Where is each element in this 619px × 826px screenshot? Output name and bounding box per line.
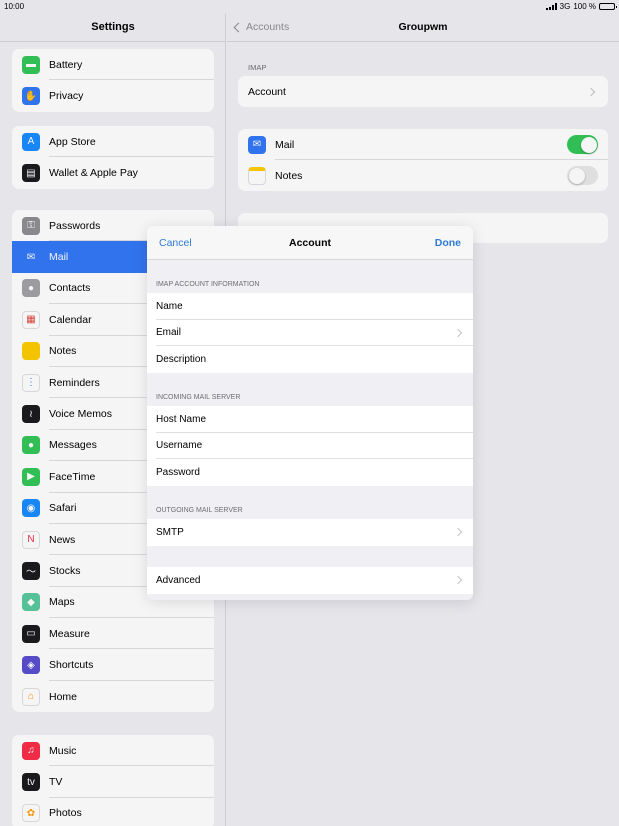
modal-section-header: OUTGOING MAIL SERVER	[156, 507, 243, 514]
modal-section-group: Advanced	[147, 567, 473, 594]
modal-section-group: Host Name Username Password	[147, 406, 473, 486]
field-label: Description	[156, 353, 207, 365]
field-username[interactable]: Username	[147, 433, 473, 460]
field-label: Email	[156, 327, 182, 339]
modal-section-group: SMTP	[147, 519, 473, 546]
done-button[interactable]: Done	[435, 237, 461, 249]
account-modal: Cancel Account Done IMAP ACCOUNT INFORMA…	[147, 226, 473, 600]
modal-section-header: INCOMING MAIL SERVER	[156, 394, 241, 401]
modal-title: Account	[289, 237, 331, 249]
field-label: Name	[156, 300, 183, 312]
modal-section-group: Name Email Description	[147, 293, 473, 373]
field-advanced[interactable]: Advanced	[147, 567, 473, 594]
field-smtp[interactable]: SMTP	[147, 519, 473, 546]
field-label: Username	[156, 440, 203, 452]
field-email[interactable]: Email	[147, 320, 473, 347]
modal-nav-bar: Cancel Account Done	[147, 226, 473, 260]
field-password[interactable]: Password	[147, 459, 473, 486]
chevron-right-icon	[453, 528, 463, 537]
field-description[interactable]: Description	[147, 346, 473, 373]
field-label: Advanced	[156, 574, 201, 586]
field-host-name[interactable]: Host Name	[147, 406, 473, 433]
field-name[interactable]: Name	[147, 293, 473, 320]
field-label: Password	[156, 466, 200, 478]
chevron-right-icon	[453, 328, 463, 337]
field-label: Host Name	[156, 413, 207, 425]
modal-section-header: IMAP ACCOUNT INFORMATION	[156, 281, 260, 288]
field-label: SMTP	[156, 526, 184, 538]
chevron-right-icon	[453, 576, 463, 585]
